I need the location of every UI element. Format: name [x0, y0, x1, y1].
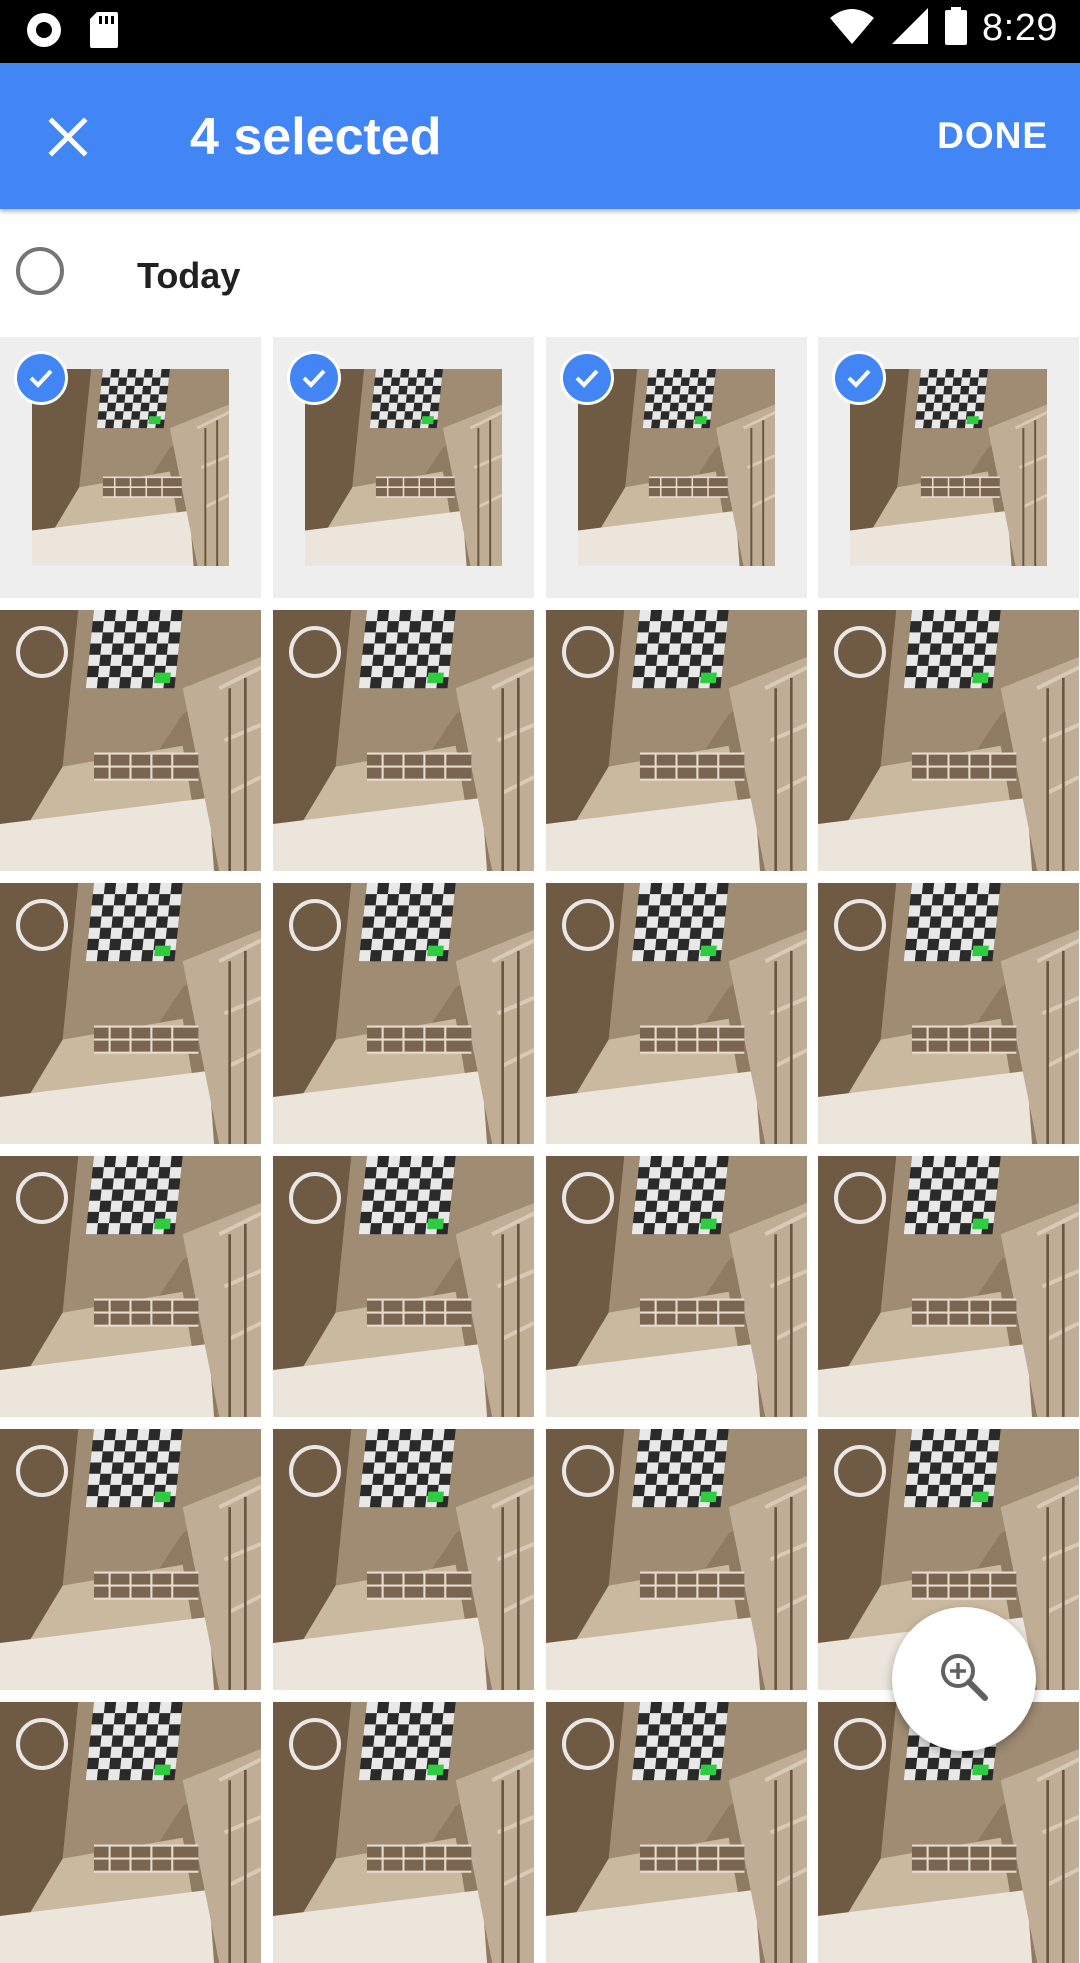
- select-circle-icon[interactable]: [562, 1718, 614, 1770]
- select-circle-icon[interactable]: [16, 1718, 68, 1770]
- selection-count-title: 4 selected: [190, 108, 442, 166]
- close-icon: [48, 116, 88, 162]
- photo-thumbnail[interactable]: [818, 337, 1079, 598]
- zoom-in-icon: [937, 1650, 991, 1709]
- select-circle-icon[interactable]: [289, 1445, 341, 1497]
- select-circle-icon[interactable]: [834, 1445, 886, 1497]
- wifi-icon: [828, 6, 876, 51]
- select-circle-icon[interactable]: [834, 1718, 886, 1770]
- select-circle-icon[interactable]: [834, 626, 886, 678]
- done-button[interactable]: DONE: [937, 115, 1048, 157]
- photo-thumbnail[interactable]: [273, 337, 534, 598]
- select-circle-icon[interactable]: [289, 899, 341, 951]
- photo-thumbnail[interactable]: [273, 610, 534, 871]
- selected-check-icon[interactable]: [14, 351, 68, 405]
- select-circle-icon[interactable]: [562, 626, 614, 678]
- select-circle-icon[interactable]: [289, 626, 341, 678]
- selected-check-icon[interactable]: [832, 351, 886, 405]
- select-circle-icon[interactable]: [16, 1172, 68, 1224]
- date-section-header: Today: [0, 209, 1080, 337]
- photo-thumbnail[interactable]: [546, 1156, 807, 1417]
- select-circle-icon[interactable]: [16, 899, 68, 951]
- select-circle-icon[interactable]: [289, 1172, 341, 1224]
- select-circle-icon[interactable]: [834, 899, 886, 951]
- select-circle-icon[interactable]: [289, 1718, 341, 1770]
- select-circle-icon[interactable]: [16, 1445, 68, 1497]
- zoom-button[interactable]: [892, 1607, 1036, 1751]
- photo-thumbnail[interactable]: [546, 1702, 807, 1963]
- select-circle-icon[interactable]: [562, 899, 614, 951]
- status-time: 8:29: [982, 7, 1058, 49]
- photo-thumbnail[interactable]: [273, 1156, 534, 1417]
- photo-image: [305, 369, 503, 566]
- signal-icon: [890, 6, 930, 51]
- photo-thumbnail[interactable]: [273, 883, 534, 1144]
- status-bar: 8:29: [0, 0, 1080, 63]
- photo-thumbnail[interactable]: [818, 610, 1079, 871]
- photo-image: [578, 369, 776, 566]
- photo-image: [32, 369, 230, 566]
- photo-thumbnail[interactable]: [0, 1429, 261, 1690]
- photo-thumbnail[interactable]: [546, 610, 807, 871]
- photo-image: [850, 369, 1048, 566]
- photo-thumbnail[interactable]: [0, 610, 261, 871]
- photo-thumbnail[interactable]: [546, 337, 807, 598]
- select-circle-icon[interactable]: [562, 1172, 614, 1224]
- selected-check-icon[interactable]: [560, 351, 614, 405]
- selected-check-icon[interactable]: [287, 351, 341, 405]
- photo-thumbnail[interactable]: [273, 1702, 534, 1963]
- photo-thumbnail[interactable]: [546, 883, 807, 1144]
- select-circle-icon[interactable]: [562, 1445, 614, 1497]
- photo-thumbnail[interactable]: [0, 1156, 261, 1417]
- select-circle-icon[interactable]: [834, 1172, 886, 1224]
- sd-card-icon: [88, 10, 120, 55]
- photo-thumbnail[interactable]: [273, 1429, 534, 1690]
- select-all-checkbox[interactable]: [16, 247, 64, 295]
- photo-thumbnail[interactable]: [818, 1156, 1079, 1417]
- photo-thumbnail[interactable]: [546, 1429, 807, 1690]
- selection-app-bar: 4 selected DONE: [0, 63, 1080, 209]
- photo-thumbnail[interactable]: [0, 1702, 261, 1963]
- battery-icon: [944, 6, 968, 51]
- close-button[interactable]: [28, 99, 108, 179]
- photo-thumbnail[interactable]: [0, 883, 261, 1144]
- select-circle-icon[interactable]: [16, 626, 68, 678]
- photo-thumbnail[interactable]: [818, 883, 1079, 1144]
- photo-thumbnail[interactable]: [0, 337, 261, 598]
- section-date-label: Today: [137, 255, 241, 296]
- record-icon: [24, 10, 64, 55]
